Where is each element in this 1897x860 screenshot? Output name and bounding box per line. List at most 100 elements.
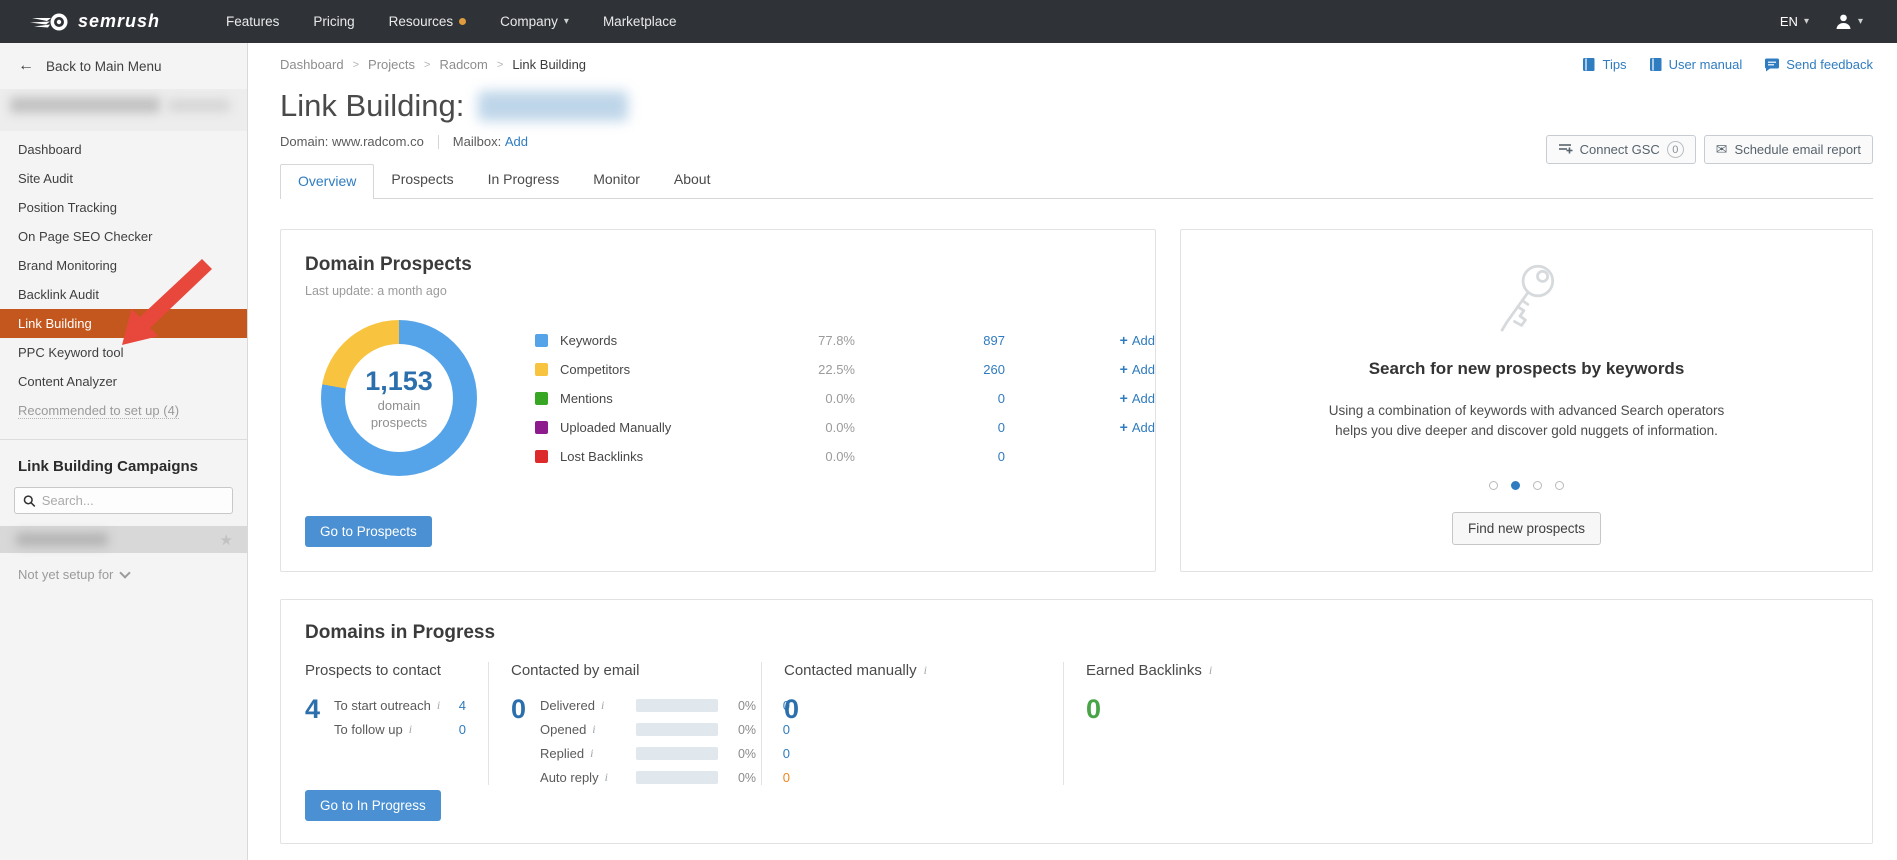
breadcrumb-dashboard[interactable]: Dashboard xyxy=(280,57,344,72)
tab-monitor[interactable]: Monitor xyxy=(576,163,657,198)
legend-swatch xyxy=(535,450,548,463)
tips-link[interactable]: Tips xyxy=(1582,57,1626,72)
language-selector[interactable]: EN▾ xyxy=(1780,14,1809,29)
info-icon[interactable]: i xyxy=(592,722,595,737)
breadcrumb-separator: > xyxy=(353,59,359,71)
info-icon[interactable]: i xyxy=(590,746,593,761)
sidebar-item-site-audit[interactable]: Site Audit xyxy=(0,164,247,193)
add-mentions-button[interactable]: +Add xyxy=(1005,390,1155,406)
sidebar-item-recommended[interactable]: Recommended to set up (4) xyxy=(0,396,247,425)
arrow-left-icon: ← xyxy=(18,57,34,75)
legend-row-lost-backlinks: Lost Backlinks 0.0% 0 xyxy=(535,442,1155,471)
campaign-search[interactable] xyxy=(14,487,233,514)
nav-features[interactable]: Features xyxy=(226,14,279,29)
tab-prospects[interactable]: Prospects xyxy=(374,163,470,198)
progress-bar xyxy=(636,723,718,736)
blurred-project-meta xyxy=(168,99,230,112)
sidebar-item-ppc-keyword-tool[interactable]: PPC Keyword tool xyxy=(0,338,247,367)
go-to-in-progress-button[interactable]: Go to In Progress xyxy=(305,790,441,821)
info-icon[interactable]: i xyxy=(601,698,604,713)
contacted-manually-column: Contacted manually i 0 xyxy=(761,662,1063,785)
search-input[interactable] xyxy=(42,493,224,508)
donut-legend: Keywords 77.8% 897 +Add Competitors 22.5… xyxy=(535,326,1155,471)
breadcrumb-projects[interactable]: Projects xyxy=(368,57,415,72)
sidebar-item-on-page-seo-checker[interactable]: On Page SEO Checker xyxy=(0,222,247,251)
user-manual-link[interactable]: User manual xyxy=(1649,57,1743,72)
user-icon xyxy=(1835,13,1852,30)
plus-icon: + xyxy=(1120,361,1128,377)
chevron-down-icon: ▾ xyxy=(1804,16,1809,27)
nav-marketplace[interactable]: Marketplace xyxy=(603,14,677,29)
legend-row-mentions: Mentions 0.0% 0 +Add xyxy=(535,384,1155,413)
sidebar-menu: Dashboard Site Audit Position Tracking O… xyxy=(0,135,247,425)
sidebar-item-backlink-audit[interactable]: Backlink Audit xyxy=(0,280,247,309)
user-menu[interactable]: ▾ xyxy=(1835,13,1863,30)
sidebar-item-content-analyzer[interactable]: Content Analyzer xyxy=(0,367,247,396)
contacted-by-email-total: 0 xyxy=(511,695,526,785)
legend-row-keywords: Keywords 77.8% 897 +Add xyxy=(535,326,1155,355)
chevron-down-icon: ▾ xyxy=(564,16,569,27)
send-feedback-link[interactable]: Send feedback xyxy=(1764,57,1873,72)
sidebar-item-brand-monitoring[interactable]: Brand Monitoring xyxy=(0,251,247,280)
chevron-down-icon xyxy=(120,567,131,578)
replied-row: Repliedi 0% 0 xyxy=(540,746,790,761)
search-card-title: Search for new prospects by keywords xyxy=(1369,359,1685,379)
legend-row-uploaded-manually: Uploaded Manually 0.0% 0 +Add xyxy=(535,413,1155,442)
add-uploaded-button[interactable]: +Add xyxy=(1005,419,1155,435)
info-icon[interactable]: i xyxy=(605,770,608,785)
notification-dot xyxy=(459,18,466,25)
blurred-project-header xyxy=(0,89,247,131)
go-to-prospects-button[interactable]: Go to Prospects xyxy=(305,516,432,547)
nav-company[interactable]: Company▾ xyxy=(500,14,569,29)
sidebar-item-link-building[interactable]: Link Building xyxy=(0,309,247,338)
sidebar-item-dashboard[interactable]: Dashboard xyxy=(0,135,247,164)
domain-value: www.radcom.co xyxy=(332,134,424,149)
nav-resources[interactable]: Resources xyxy=(389,14,467,29)
brand-name: semrush xyxy=(78,11,160,32)
progress-bar xyxy=(636,699,718,712)
carousel-dot[interactable] xyxy=(1489,481,1498,490)
connect-gsc-button[interactable]: Connect GSC 0 xyxy=(1546,135,1696,164)
blurred-project-name xyxy=(10,97,160,113)
mailbox-add-link[interactable]: Add xyxy=(505,134,528,149)
tab-about[interactable]: About xyxy=(657,163,728,198)
find-new-prospects-button[interactable]: Find new prospects xyxy=(1452,512,1601,545)
semrush-logo[interactable]: semrush xyxy=(30,11,160,33)
add-competitors-button[interactable]: +Add xyxy=(1005,361,1155,377)
carousel-dot[interactable] xyxy=(1533,481,1542,490)
tab-in-progress[interactable]: In Progress xyxy=(471,163,577,198)
plus-icon: + xyxy=(1120,390,1128,406)
info-icon[interactable]: i xyxy=(924,663,927,678)
carousel-dot[interactable] xyxy=(1555,481,1564,490)
tab-overview[interactable]: Overview xyxy=(280,164,374,199)
domain-label: Domain: xyxy=(280,134,328,149)
add-keywords-button[interactable]: +Add xyxy=(1005,332,1155,348)
top-navbar: semrush Features Pricing Resources Compa… xyxy=(0,0,1897,43)
earned-backlinks-column: Earned Backlinks i 0 xyxy=(1063,662,1848,785)
nav-pricing[interactable]: Pricing xyxy=(313,14,354,29)
sidebar-item-position-tracking[interactable]: Position Tracking xyxy=(0,193,247,222)
info-icon[interactable]: i xyxy=(437,698,440,713)
to-follow-up-row: To follow upi 0 xyxy=(334,722,466,737)
star-icon[interactable]: ★ xyxy=(220,531,233,549)
not-yet-setup-toggle[interactable]: Not yet setup for xyxy=(0,553,247,596)
schedule-email-report-button[interactable]: ✉ Schedule email report xyxy=(1704,135,1873,164)
info-icon[interactable]: i xyxy=(409,722,412,737)
breadcrumb-separator: > xyxy=(497,59,503,71)
carousel-dot[interactable] xyxy=(1511,481,1520,490)
carousel-dots[interactable] xyxy=(1489,481,1564,490)
progress-bar xyxy=(636,771,718,784)
campaign-list-item[interactable]: ★ xyxy=(0,526,247,553)
earned-backlinks-total: 0 xyxy=(1086,695,1101,723)
envelope-icon: ✉ xyxy=(1716,141,1728,158)
donut-total: 1,153 xyxy=(365,366,433,397)
feedback-bubble-icon xyxy=(1764,58,1780,72)
info-icon[interactable]: i xyxy=(1209,663,1212,678)
breadcrumb-link-building: Link Building xyxy=(512,57,586,72)
breadcrumb: Dashboard > Projects > Radcom > Link Bui… xyxy=(280,57,586,72)
sidebar: ← Back to Main Menu Dashboard Site Audit… xyxy=(0,43,248,860)
card-title: Domain Prospects xyxy=(305,254,1131,276)
last-update-text: Last update: a month ago xyxy=(305,284,1131,298)
back-to-main-menu[interactable]: ← Back to Main Menu xyxy=(0,43,247,89)
breadcrumb-radcom[interactable]: Radcom xyxy=(439,57,487,72)
